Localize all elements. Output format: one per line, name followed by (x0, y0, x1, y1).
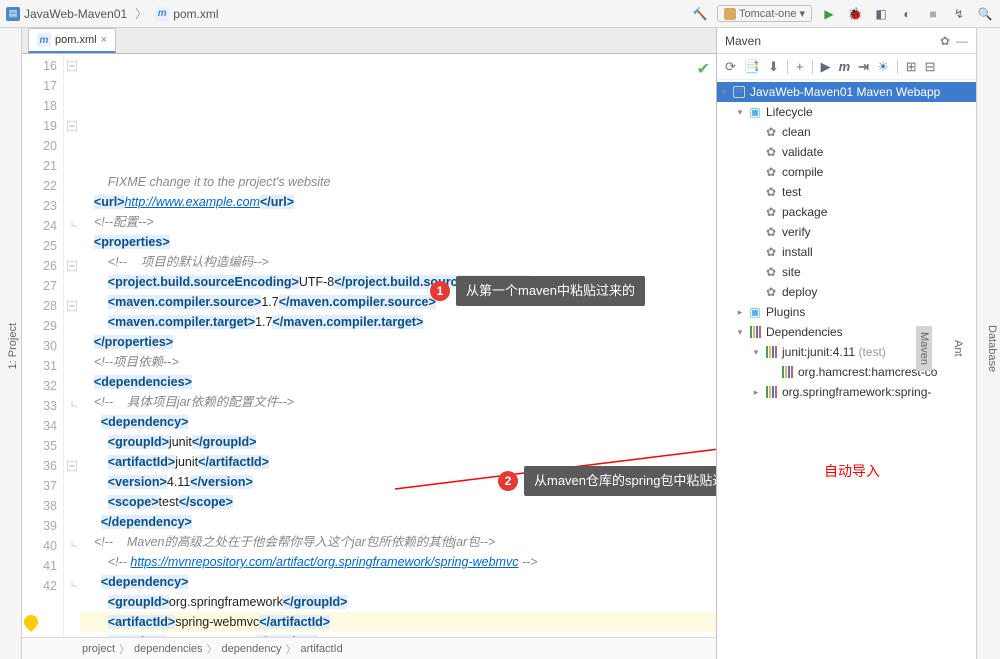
annotation-1: 1 从第一个maven中粘贴过来的 (430, 276, 645, 306)
sidebar-maven[interactable]: Maven (916, 326, 932, 371)
sidebar-project[interactable]: 1: Project (5, 317, 21, 375)
main-area: 1: Project 7: Structure Web 2: Favorites… (0, 28, 1000, 659)
tree-test[interactable]: ✿test (717, 182, 976, 202)
maven-file-icon: m (37, 33, 51, 47)
maven-icon[interactable]: m (839, 59, 851, 74)
editor[interactable]: 1617181920212223242526272829303132333435… (22, 54, 716, 637)
tree-lifecycle[interactable]: ▾▣Lifecycle (717, 102, 976, 122)
search-icon[interactable]: 🔍 (976, 5, 994, 23)
gutter: 1617181920212223242526272829303132333435… (22, 54, 64, 637)
tree-clean[interactable]: ✿clean (717, 122, 976, 142)
badge-1: 1 (430, 281, 450, 301)
add-icon[interactable]: + (796, 59, 804, 74)
vcs-icon[interactable]: ↯ (950, 5, 968, 23)
bc-project[interactable]: project (82, 643, 115, 655)
generate-icon[interactable]: 📑 (744, 59, 760, 75)
show-deps-icon[interactable]: ⊞ (906, 59, 917, 75)
sidebar-ant[interactable]: Ant (950, 334, 966, 363)
dropdown-icon: ▾ (799, 7, 805, 20)
collapse-icon[interactable]: ⊟ (925, 59, 936, 75)
debug-icon[interactable]: 🐞 (846, 5, 864, 23)
tree-deps[interactable]: ▾Dependencies (717, 322, 976, 342)
annotation-2: 2 从maven仓库的spring包中粘贴过来的 (498, 466, 716, 496)
project-icon: ▤ (6, 7, 20, 21)
code[interactable]: ✔ 1 从第一个maven中粘贴过来的 2 从maven仓库的spring包中粘… (80, 54, 716, 637)
minimize-icon[interactable]: — (956, 34, 968, 48)
crumb-sep: 〉 (135, 5, 147, 22)
sidebar-database[interactable]: Database (984, 319, 1000, 378)
tree-validate[interactable]: ✿validate (717, 142, 976, 162)
close-icon[interactable]: × (101, 34, 107, 46)
bc-deps[interactable]: dependencies (134, 643, 203, 655)
tree-root[interactable]: ▾JavaWeb-Maven01 Maven Webapp (717, 82, 976, 102)
breadcrumb-bar[interactable]: project〉 dependencies〉 dependency〉 artif… (22, 637, 716, 659)
tree-verify[interactable]: ✿verify (717, 222, 976, 242)
run-icon[interactable]: ▶ (820, 5, 838, 23)
run-icon[interactable]: ▶ (821, 59, 831, 75)
toolbar-actions: 🔨 Tomcat-one ▾ ▶ 🐞 ◧ ◐ ■ ↯ 🔍 (691, 5, 994, 23)
maven-header: Maven ✿ — (717, 28, 976, 54)
tree-dep-junit[interactable]: ▾junit:junit:4.11 (test) (717, 342, 976, 362)
tab-pom[interactable]: m pom.xml × (28, 28, 116, 53)
download-icon[interactable]: ⬇ (768, 59, 779, 75)
tree-dep-spring[interactable]: ▸org.springframework:spring- (717, 382, 976, 402)
maven-file-icon: m (155, 7, 169, 21)
tomcat-icon (724, 8, 736, 20)
top-toolbar: ▤ JavaWeb-Maven01 〉 m pom.xml 🔨 Tomcat-o… (0, 0, 1000, 28)
badge-2: 2 (498, 471, 518, 491)
bubble-2: 从maven仓库的spring包中粘贴过来的 (524, 466, 716, 496)
tree-compile[interactable]: ✿compile (717, 162, 976, 182)
bc-artifact[interactable]: artifactId (301, 643, 343, 655)
check-icon: ✔ (697, 58, 710, 83)
tabbar: m pom.xml × (22, 28, 716, 54)
crumb-file: pom.xml (173, 7, 218, 21)
tab-label: pom.xml (55, 34, 97, 46)
tree-install[interactable]: ✿install (717, 242, 976, 262)
crumb-project: JavaWeb-Maven01 (24, 7, 127, 21)
tree-site[interactable]: ✿site (717, 262, 976, 282)
skip-tests-icon[interactable]: ⇥ (858, 59, 869, 75)
offline-icon[interactable]: ☀ (877, 59, 889, 75)
run-config-selector[interactable]: Tomcat-one ▾ (717, 5, 812, 22)
maven-toolbar: ⟳ 📑 ⬇ + ▶ m ⇥ ☀ ⊞ ⊟ (717, 54, 976, 80)
fold-column (64, 54, 80, 637)
red-annotation: 自动导入 (824, 461, 880, 481)
coverage-icon[interactable]: ◧ (872, 5, 890, 23)
tree-package[interactable]: ✿package (717, 202, 976, 222)
tree-deploy[interactable]: ✿deploy (717, 282, 976, 302)
maven-title: Maven (725, 34, 761, 48)
tree-dep-hamcrest[interactable]: org.hamcrest:hamcrest-co (717, 362, 976, 382)
bubble-1: 从第一个maven中粘贴过来的 (456, 276, 645, 306)
maven-panel: Maven ✿ — ⟳ 📑 ⬇ + ▶ m ⇥ ☀ ⊞ ⊟ ▾JavaWeb-M… (716, 28, 976, 659)
refresh-icon[interactable]: ⟳ (725, 59, 736, 75)
profile-icon[interactable]: ◐ (898, 5, 916, 23)
sidebar-left: 1: Project 7: Structure Web 2: Favorites (0, 28, 22, 659)
sidebar-right: Database Ant Maven (976, 28, 1000, 659)
gear-icon[interactable]: ✿ (940, 34, 950, 48)
bc-dep[interactable]: dependency (222, 643, 282, 655)
maven-tree[interactable]: ▾JavaWeb-Maven01 Maven Webapp ▾▣Lifecycl… (717, 80, 976, 659)
tree-plugins[interactable]: ▸▣Plugins (717, 302, 976, 322)
run-config: Tomcat-one (739, 8, 796, 20)
stop-icon[interactable]: ■ (924, 5, 942, 23)
build-icon[interactable]: 🔨 (691, 5, 709, 23)
breadcrumb-trail[interactable]: ▤ JavaWeb-Maven01 〉 m pom.xml (6, 5, 219, 22)
editor-area: m pom.xml × 1617181920212223242526272829… (22, 28, 716, 659)
